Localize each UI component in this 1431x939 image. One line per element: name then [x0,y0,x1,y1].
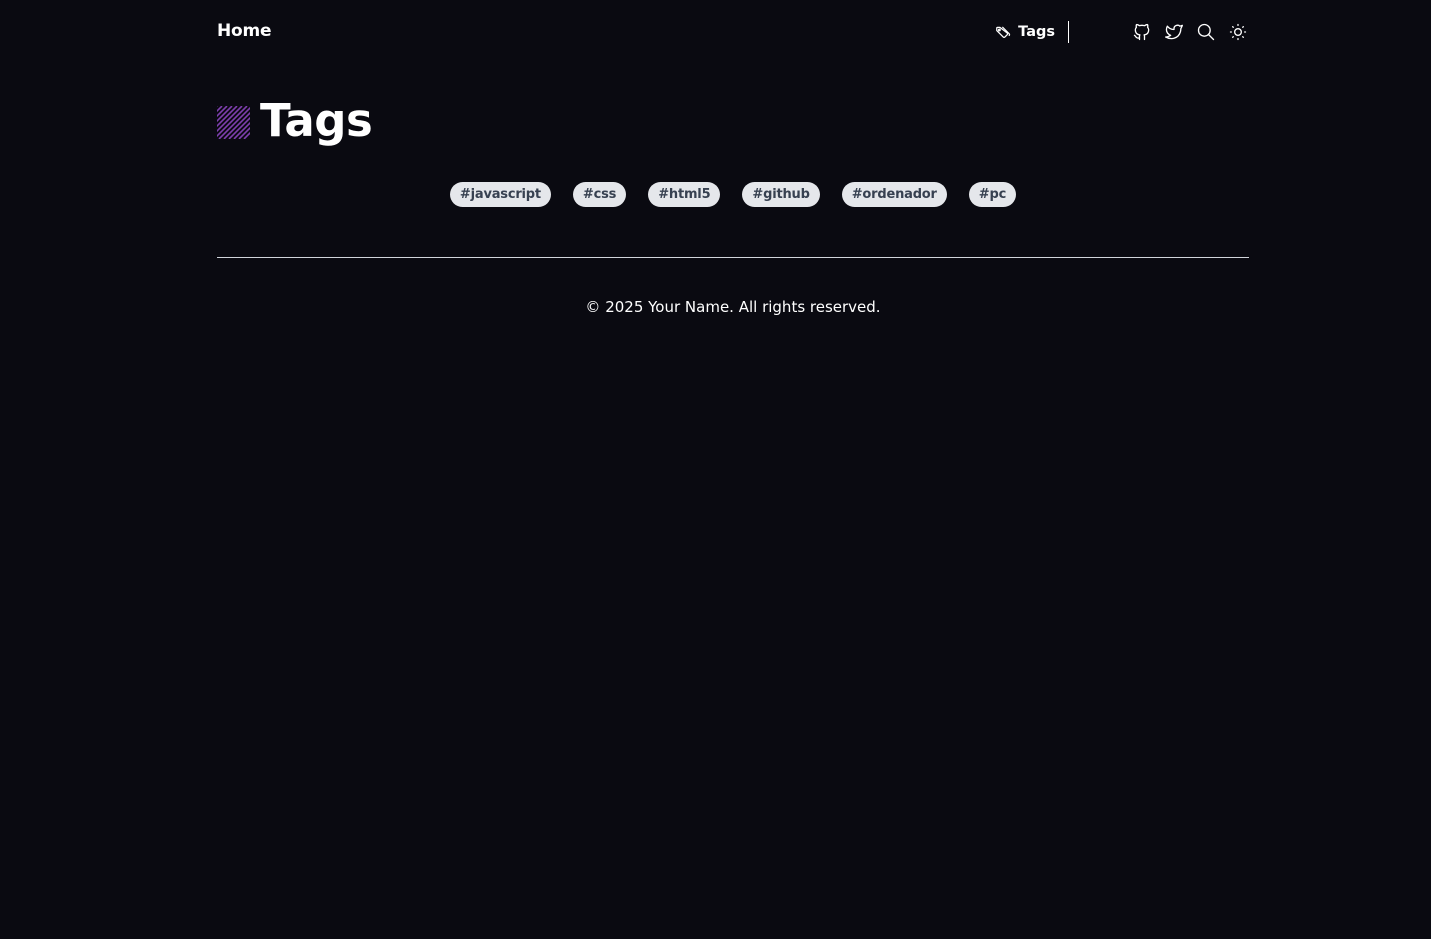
hatch-decoration-icon [217,105,250,139]
page-container: Home Tags Tags #javascript #css #html5 #… [217,0,1249,316]
nav-tags-link[interactable]: Tags [994,23,1055,42]
tag-pill[interactable]: #javascript [449,182,551,207]
tag-pill[interactable]: #pc [968,182,1017,207]
nav-divider [1068,21,1069,43]
page-title-wrap: Tags [217,92,373,148]
footer-divider [217,257,1249,258]
nav-tags-label: Tags [1018,24,1055,40]
page-title: Tags [260,93,373,147]
tag-list: #javascript #css #html5 #github #ordenad… [217,182,1249,207]
tags-icon [996,26,1011,38]
home-link[interactable]: Home [217,21,272,41]
search-icon[interactable] [1195,21,1217,43]
twitter-icon[interactable] [1163,21,1185,43]
nav-right: Tags [994,20,1249,44]
tag-pill[interactable]: #github [742,182,820,207]
github-icon[interactable] [1131,21,1153,43]
footer-copyright: © 2025 Your Name. All rights reserved. [585,298,881,316]
site-header: Home Tags [217,0,1249,64]
tag-pill[interactable]: #ordenador [841,182,947,207]
sun-icon[interactable] [1227,21,1249,43]
tag-pill[interactable]: #css [572,182,627,207]
tag-pill[interactable]: #html5 [648,182,721,207]
